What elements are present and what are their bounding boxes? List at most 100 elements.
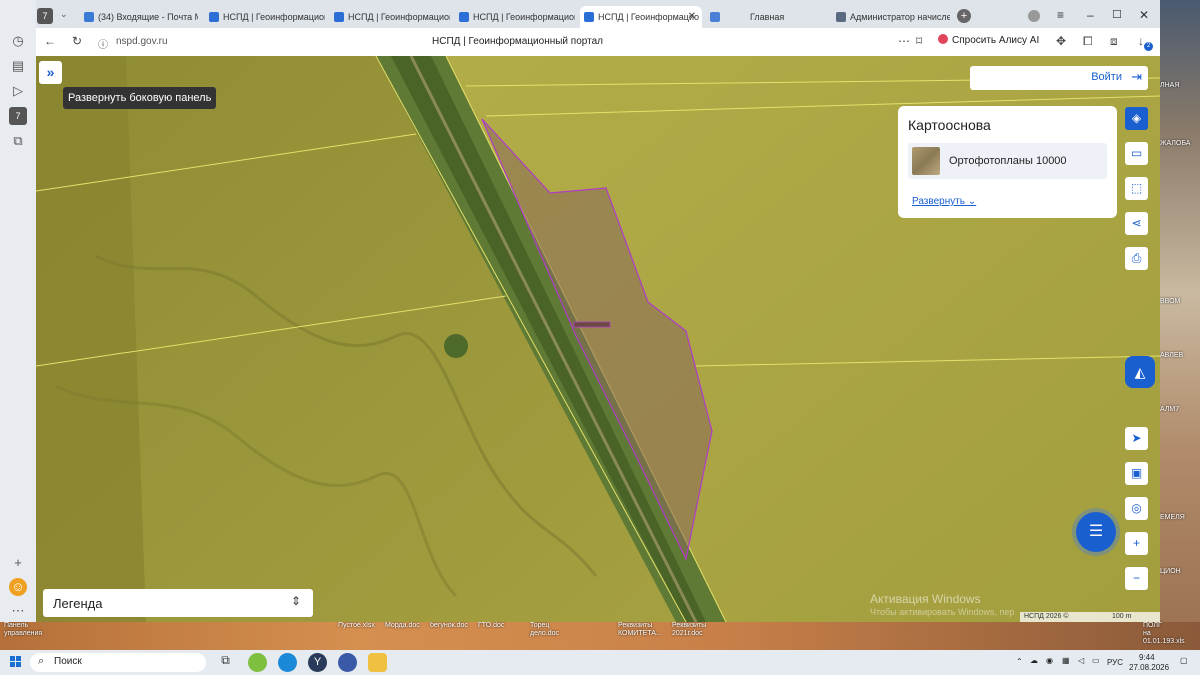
- more-actions-icon[interactable]: ⋯: [898, 34, 910, 48]
- support-button[interactable]: ◭: [1125, 356, 1155, 388]
- windows-start-icon[interactable]: [10, 656, 22, 668]
- layers-tool-button[interactable]: ◈: [1125, 107, 1148, 130]
- clock-time[interactable]: 9:44: [1139, 653, 1155, 662]
- tray-app-icon[interactable]: ◉: [1046, 656, 1053, 665]
- attribution-text: НСПД 2026 ©: [1024, 613, 1069, 620]
- back-icon[interactable]: ←: [44, 34, 56, 48]
- tab-mail[interactable]: (34) Входящие - Почта М: [80, 6, 198, 28]
- add-icon[interactable]: +: [9, 554, 27, 572]
- ruler-tool-button[interactable]: ▭: [1125, 142, 1148, 165]
- minimap-tool-button[interactable]: ▣: [1125, 462, 1148, 485]
- media-icon[interactable]: ▷: [9, 82, 27, 100]
- tab-home[interactable]: Главная: [706, 6, 826, 28]
- desktop-label[interactable]: ВВОМ: [1160, 298, 1180, 306]
- desktop-label[interactable]: ЛНАЯ: [1160, 82, 1179, 90]
- alisa-icon[interactable]: ☺: [9, 578, 27, 596]
- login-button[interactable]: Войти ⇥: [970, 66, 1148, 90]
- legend-label: Легенда: [53, 596, 103, 611]
- windows-watermark-subtitle: Чтобы активировать Windows, пер: [870, 607, 1015, 617]
- expand-link-label: Развернуть: [912, 196, 966, 207]
- menu-icon[interactable]: ≡: [1057, 8, 1064, 22]
- tab-nspd-2[interactable]: НСПД | Геоинформацион: [330, 6, 450, 28]
- collections-toolbar-icon[interactable]: ⧈: [1110, 34, 1118, 49]
- close-icon[interactable]: ✕: [688, 6, 696, 28]
- history-icon[interactable]: ◷: [9, 32, 27, 50]
- chat-button[interactable]: ☰: [1076, 512, 1116, 552]
- minimize-button[interactable]: –: [1087, 8, 1094, 22]
- edge-beta-icon[interactable]: [248, 653, 267, 672]
- tray-cloud-icon[interactable]: ☁: [1030, 656, 1038, 665]
- notifications-icon[interactable]: ▢: [1180, 656, 1188, 665]
- account-icon[interactable]: [1028, 10, 1040, 22]
- desktop-icon-file[interactable]: Морда.doc: [385, 622, 420, 630]
- expand-layers-link[interactable]: Развернуть ⌄: [912, 196, 976, 207]
- screenshot-icon[interactable]: ⧉: [9, 132, 27, 150]
- basemap-layer-item[interactable]: Ортофотопланы 10000: [908, 143, 1107, 179]
- locate-tool-button[interactable]: ➤: [1125, 427, 1148, 450]
- share-tool-button[interactable]: ⋖: [1125, 212, 1148, 235]
- desktop-icon-file[interactable]: ГТО.doc: [478, 622, 504, 630]
- puzzle-icon[interactable]: ⧠: [1083, 34, 1093, 49]
- zoom-in-button[interactable]: +: [1125, 532, 1148, 555]
- chevron-down-icon[interactable]: ⌄: [60, 9, 68, 20]
- desktop-icon-file[interactable]: Пустое.xlsx: [338, 622, 375, 630]
- tab-nspd-active[interactable]: НСПД | Геоинформацио ✕: [580, 6, 702, 28]
- language-indicator[interactable]: РУС: [1107, 658, 1123, 667]
- tray-volume-icon[interactable]: ◁: [1078, 656, 1084, 665]
- nspd-icon: [459, 12, 469, 22]
- app-icon[interactable]: [338, 653, 357, 672]
- expand-sidebar-tooltip: Развернуть боковую панель: [63, 87, 217, 109]
- tab-label: Главная: [750, 12, 785, 22]
- ask-alisa-button[interactable]: Спросить Алису AI: [938, 34, 1039, 46]
- taskbar-search[interactable]: ⌕ Поиск: [30, 653, 206, 672]
- reload-icon[interactable]: ↻: [72, 34, 82, 48]
- task-view-icon[interactable]: ⧉: [216, 653, 235, 672]
- desktop-label[interactable]: ЖАЛОБА: [1160, 140, 1190, 148]
- desktop-label[interactable]: ПОЛГ на 01.01.193.xls: [1143, 622, 1185, 646]
- expand-sidebar-button[interactable]: »: [39, 61, 62, 84]
- nspd-icon: [334, 12, 344, 22]
- desktop-icon-file[interactable]: Реквизиты 2021г.doc: [672, 622, 706, 638]
- tab-label: НСПД | Геоинформацион: [223, 12, 325, 22]
- more-icon[interactable]: ⋯: [9, 602, 27, 620]
- desktop-label[interactable]: ЦИОН: [1160, 568, 1181, 576]
- login-icon: ⇥: [1131, 69, 1142, 84]
- close-window-button[interactable]: ✕: [1139, 8, 1149, 22]
- tab-nspd-3[interactable]: НСПД | Геоинформацион: [455, 6, 575, 28]
- desktop-icon-control-panel[interactable]: Панель управления: [4, 622, 42, 638]
- file-explorer-icon[interactable]: [368, 653, 387, 672]
- select-area-tool-button[interactable]: ⬚: [1125, 177, 1148, 200]
- print-tool-button[interactable]: ⎙: [1125, 247, 1148, 270]
- legend-dropdown[interactable]: Легенда ⇕: [43, 589, 313, 617]
- tray-chevron-icon[interactable]: ⌃: [1016, 657, 1023, 666]
- desktop-label[interactable]: АЛМ7: [1160, 406, 1179, 414]
- new-tab-button[interactable]: +: [957, 9, 971, 23]
- collections-icon[interactable]: ▤: [9, 57, 27, 75]
- zoom-out-button[interactable]: −: [1125, 567, 1148, 590]
- desktop-label[interactable]: ЕМЕЛЯ: [1160, 514, 1185, 522]
- tray-network-icon[interactable]: ▦: [1062, 656, 1070, 665]
- desktop-icon-file[interactable]: бегунок.doc: [430, 622, 468, 630]
- bookmark-icon[interactable]: ⌑: [916, 34, 922, 48]
- tab-admin[interactable]: Администратор начисле: [832, 6, 950, 28]
- desktop-icon-file[interactable]: Торец дело.doc: [530, 622, 559, 638]
- maximize-button[interactable]: ☐: [1112, 8, 1122, 21]
- site-info-icon[interactable]: ⓘ: [98, 36, 108, 51]
- desktop-label[interactable]: АВЛЕВ: [1160, 352, 1183, 360]
- clock-date[interactable]: 27.08.2026: [1129, 663, 1169, 672]
- yandex-browser-icon[interactable]: Y: [308, 653, 327, 672]
- compass-tool-button[interactable]: ◎: [1125, 497, 1148, 520]
- url-field[interactable]: nspd.gov.ru: [116, 36, 168, 47]
- tab-label: НСПД | Геоинформацион: [348, 12, 450, 22]
- desktop-icon-file[interactable]: Реквизиты КОМИТЕТА...: [618, 622, 662, 638]
- tab-nspd-1[interactable]: НСПД | Геоинформацион: [205, 6, 325, 28]
- address-bar: ← ↻ ⓘ nspd.gov.ru НСПД | Геоинформационн…: [36, 28, 1160, 56]
- rail-counter[interactable]: 7: [9, 107, 27, 125]
- map-canvas[interactable]: » Развернуть боковую панель Войти ⇥ Карт…: [36, 56, 1160, 622]
- nspd-icon: [584, 12, 594, 22]
- extensions-icon[interactable]: ✥: [1056, 34, 1066, 48]
- edge-icon[interactable]: [278, 653, 297, 672]
- tray-battery-icon[interactable]: ▭: [1092, 656, 1100, 665]
- tab-counter[interactable]: 7: [37, 8, 53, 24]
- tab-label: (34) Входящие - Почта М: [98, 12, 198, 22]
